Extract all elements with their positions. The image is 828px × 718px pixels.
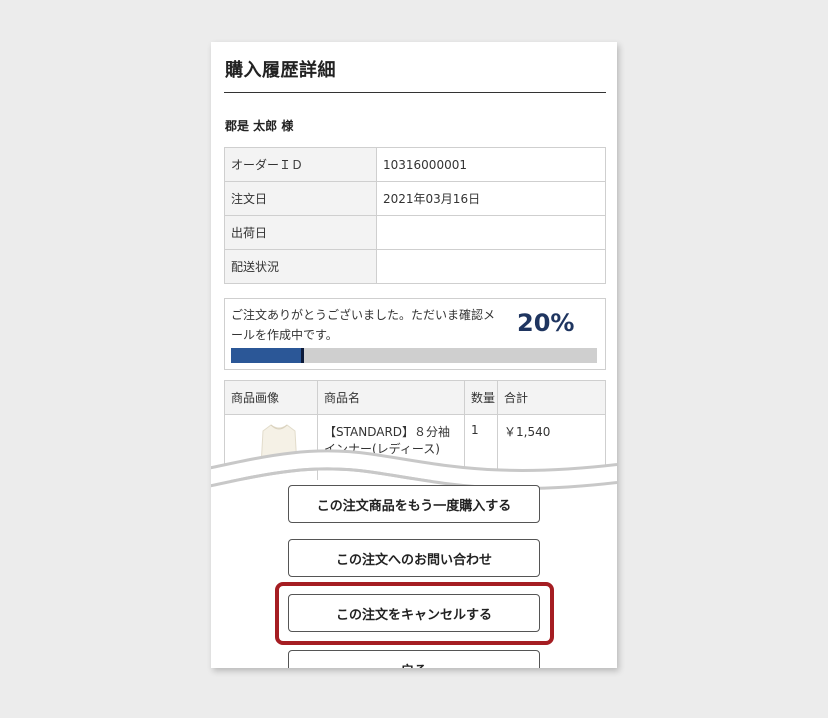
inquiry-button[interactable]: この注文へのお問い合わせ bbox=[288, 539, 540, 577]
rebuy-button[interactable]: この注文商品をもう一度購入する bbox=[288, 485, 540, 523]
order-detail-card: 購入履歴詳細 郡是 太郎 様 オーダーＩＤ 10316000001 注文日 20… bbox=[211, 42, 617, 668]
back-button[interactable]: 戻る bbox=[288, 650, 540, 668]
cancel-highlight-frame bbox=[275, 582, 554, 645]
